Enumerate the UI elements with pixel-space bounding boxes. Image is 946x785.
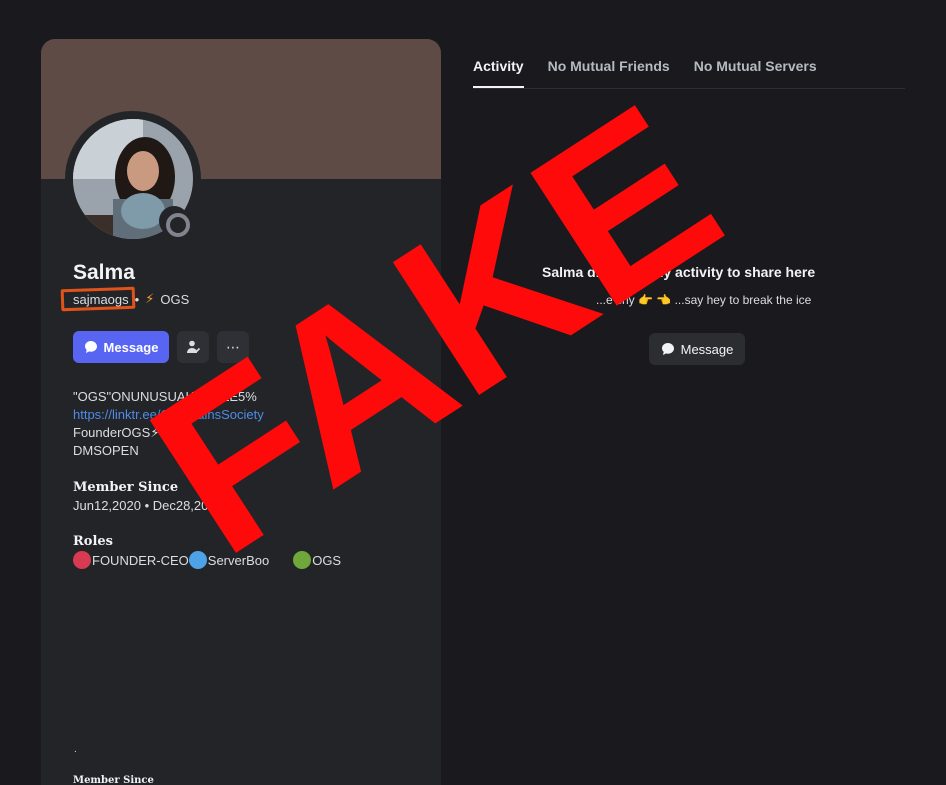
roles-title: Roles (73, 534, 114, 549)
username-highlight-box (60, 286, 136, 312)
lightning-icon: ⚡ (145, 291, 155, 306)
tab-activity[interactable]: Activity (473, 58, 524, 88)
display-name: Salma (73, 261, 135, 284)
chat-bubble-icon (84, 341, 97, 353)
empty-state-message-label: Message (680, 341, 734, 357)
role-label[interactable]: FOUNDER-CEO (92, 553, 189, 568)
role-color-dot (188, 551, 207, 569)
tab-mutual-servers[interactable]: No Mutual Servers (694, 58, 817, 74)
status-offline-icon (159, 206, 190, 237)
member-since-title: Member Since (73, 480, 179, 495)
footer-dot: . (74, 744, 77, 755)
message-button-label: Message (103, 339, 159, 355)
chat-bubble-icon (661, 343, 674, 355)
tabs-divider (473, 88, 905, 89)
role-color-dot (73, 551, 91, 569)
server-tag[interactable]: OGS (160, 292, 189, 307)
profile-tabs: Activity No Mutual Friends No Mutual Ser… (473, 58, 817, 88)
footer-member-since-title: Member Since (73, 775, 154, 785)
empty-state-message-button[interactable]: Message (649, 333, 745, 365)
separator: • (134, 291, 140, 307)
